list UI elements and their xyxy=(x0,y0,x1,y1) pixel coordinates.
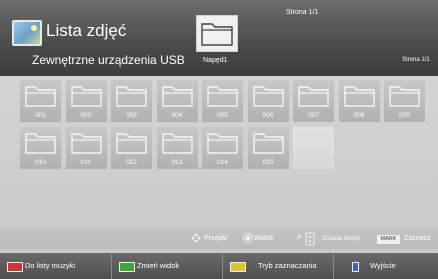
music-list-label: Do listy muzyki xyxy=(25,261,76,270)
folder-grid: 001 002 003 004 005 006 007 008 009 010 011 012 013 0… xyxy=(20,80,430,240)
folder-item[interactable]: 010 xyxy=(20,127,61,169)
key-hints-bar: Przejdź Widok P Zmiana strony MARK Zazna… xyxy=(0,229,438,249)
hint-page-change: Zmiana strony xyxy=(322,236,361,242)
folder-label: 001 xyxy=(35,112,46,119)
header: Lista zdjęć Strona 1/1 Zewnętrzne urządz… xyxy=(0,0,438,76)
folder-icon xyxy=(207,86,238,107)
page-key-label: P xyxy=(297,235,302,242)
exit-label: Wyjście xyxy=(370,261,396,270)
drive-button[interactable] xyxy=(196,15,238,52)
mark-key-badge: MARK xyxy=(377,235,400,244)
source-label: Zewnętrzne urządzenia USB xyxy=(32,53,185,67)
page-indicator: Strona 1/1 xyxy=(286,9,319,16)
music-list-button[interactable]: Do listy muzyki xyxy=(0,253,112,279)
folder-icon xyxy=(252,133,284,154)
folder-item[interactable]: 007 xyxy=(293,80,334,122)
folder-item[interactable]: 002 xyxy=(65,80,107,122)
folder-icon xyxy=(298,86,329,107)
photo-list-screen: Lista zdjęć Strona 1/1 Zewnętrzne urządz… xyxy=(0,0,438,279)
folder-item[interactable]: 014 xyxy=(202,127,243,169)
select-mode-button[interactable]: Tryb zaznaczania xyxy=(223,253,334,279)
folder-label: 015 xyxy=(262,159,274,166)
folder-icon xyxy=(161,133,193,154)
folder-label: 009 xyxy=(399,112,410,119)
folder-label: 005 xyxy=(217,112,228,119)
photo-icon xyxy=(12,20,42,46)
folder-item[interactable]: 001 xyxy=(20,80,61,122)
select-mode-label: Tryb zaznaczania xyxy=(258,261,317,270)
folder-icon xyxy=(116,133,147,154)
page-title: Lista zdjęć xyxy=(46,21,127,40)
folder-label: 011 xyxy=(80,159,92,166)
folder-label: 010 xyxy=(35,159,46,166)
drive-folder-icon xyxy=(201,23,233,46)
hint-navigate: Przejdź xyxy=(204,235,228,242)
folder-item[interactable]: 015 xyxy=(247,127,289,169)
page-indicator-right: Strona 1/1 xyxy=(402,57,430,63)
folder-label: 008 xyxy=(353,112,365,119)
folder-item[interactable]: 006 xyxy=(247,80,289,122)
folder-icon xyxy=(70,86,102,107)
folder-icon xyxy=(252,86,284,107)
change-view-button[interactable]: Zmień widok xyxy=(112,253,223,279)
green-key-swatch xyxy=(119,262,135,272)
folder-icon xyxy=(389,86,420,107)
folder-icon xyxy=(343,86,375,107)
ok-button-icon xyxy=(243,233,253,243)
page-rocker-icon xyxy=(305,232,315,246)
navigate-arrows-icon xyxy=(191,233,201,243)
folder-icon xyxy=(161,86,193,107)
blue-key-swatch xyxy=(352,262,359,272)
folder-icon xyxy=(116,86,147,107)
folder-label: 014 xyxy=(217,159,228,166)
drive-label: Napęd1 xyxy=(203,57,228,64)
color-button-bar: Do listy muzyki Zmień widok Tryb zaznacz… xyxy=(0,253,438,279)
folder-item[interactable]: 004 xyxy=(156,80,198,122)
folder-label: 007 xyxy=(308,112,319,119)
hint-view: Widok xyxy=(254,235,274,242)
folder-item[interactable]: 008 xyxy=(338,80,380,122)
folder-label: 006 xyxy=(262,112,274,119)
folder-icon xyxy=(207,133,238,154)
folder-label: 002 xyxy=(80,112,92,119)
folder-item[interactable]: 011 xyxy=(65,127,107,169)
empty-slot xyxy=(293,127,334,169)
exit-button[interactable]: Wyjście xyxy=(334,253,438,279)
folder-item[interactable]: 009 xyxy=(384,80,425,122)
folder-label: 004 xyxy=(171,112,183,119)
folder-label: 003 xyxy=(126,112,137,119)
yellow-key-swatch xyxy=(230,262,246,272)
folder-icon xyxy=(25,133,56,154)
red-key-swatch xyxy=(7,262,23,272)
folder-item[interactable]: 003 xyxy=(111,80,152,122)
folder-item[interactable]: 013 xyxy=(156,127,198,169)
folder-icon xyxy=(25,86,56,107)
folder-label: 013 xyxy=(171,159,183,166)
change-view-label: Zmień widok xyxy=(137,261,180,270)
folder-label: 012 xyxy=(126,159,137,166)
folder-icon xyxy=(70,133,102,154)
folder-item[interactable]: 005 xyxy=(202,80,243,122)
hint-mark: Zaznacz xyxy=(404,235,431,242)
folder-item[interactable]: 012 xyxy=(111,127,152,169)
